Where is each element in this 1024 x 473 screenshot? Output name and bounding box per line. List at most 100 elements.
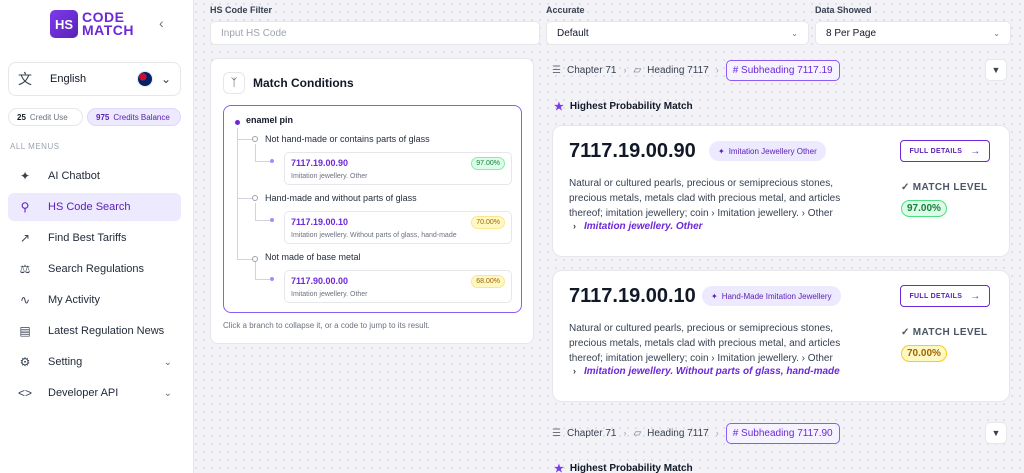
app-logo[interactable]: HS CODE MATCH <box>50 10 134 38</box>
activity-icon: ∿ <box>19 293 31 307</box>
accurate-value: Default <box>557 27 589 39</box>
match-level-label: ✓ MATCH LEVEL <box>901 327 988 338</box>
star-icon: ★ <box>554 101 564 113</box>
credit-use-badge: 25 Credit Use <box>8 108 83 126</box>
condition-tree: enamel pin Not hand-made or contains par… <box>223 105 522 313</box>
leaf-node-dot <box>270 159 274 163</box>
chevron-right-icon: › <box>715 428 719 438</box>
sidebar-item-hs-code-search[interactable]: ⚲ HS Code Search <box>8 193 181 221</box>
breadcrumb-heading[interactable]: Heading 7117 <box>647 65 709 76</box>
branch-label-2[interactable]: Hand-made and without parts of glass <box>265 193 417 203</box>
sidebar-item-latest-regulation-news[interactable]: ▤ Latest Regulation News <box>8 317 181 345</box>
breadcrumb: ☰ Chapter 71 › ▱ Heading 7117 › # Subhea… <box>552 421 840 445</box>
match-conditions-title: Match Conditions <box>253 76 354 90</box>
sidebar-item-developer-api[interactable]: <> Developer API ⌄ <box>8 379 181 407</box>
root-node-label[interactable]: enamel pin <box>246 115 293 125</box>
sidebar-item-find-best-tariffs[interactable]: ↗ Find Best Tariffs <box>8 224 181 252</box>
breadcrumb-subheading[interactable]: # Subheading 7117.90 <box>725 422 840 444</box>
translate-icon: 文 <box>18 71 32 87</box>
full-details-label: FULL DETAILS <box>909 147 963 155</box>
data-showed-select[interactable]: 8 Per Page ⌄ <box>815 21 1011 45</box>
branch-code-desc: Imitation jewellery. Other <box>291 291 368 298</box>
breadcrumb-heading[interactable]: Heading 7117 <box>647 428 709 439</box>
data-showed-value: 8 Per Page <box>826 27 877 39</box>
arrow-right-icon: → <box>970 145 981 157</box>
branch-percent-badge: 70.00% <box>471 216 505 229</box>
folder-icon: ▱ <box>633 427 642 439</box>
chevron-down-icon: ⌄ <box>791 28 798 38</box>
breadcrumb-chapter[interactable]: Chapter 71 <box>567 428 616 439</box>
result-tag: ✦ Imitation Jewellery Other <box>709 141 826 161</box>
chevron-down-icon: ⌄ <box>163 387 172 399</box>
sidebar-item-setting[interactable]: ⚙ Setting ⌄ <box>8 348 181 376</box>
chevron-left-icon[interactable]: ‹ <box>159 15 164 31</box>
result-description: Natural or cultured pearls, precious or … <box>569 178 841 219</box>
star-icon: ★ <box>554 463 564 473</box>
expand-button[interactable]: ▼ <box>985 59 1007 81</box>
branch-code-desc: Imitation jewellery. Other <box>291 173 368 180</box>
sidebar-item-my-activity[interactable]: ∿ My Activity <box>8 286 181 314</box>
credit-balance-badge[interactable]: 975 Credits Balance <box>87 108 181 126</box>
breadcrumb-subheading[interactable]: # Subheading 7117.19 <box>725 59 840 81</box>
sidebar-item-label: Latest Regulation News <box>48 325 165 337</box>
branch-code[interactable]: 7117.19.00.90 <box>291 158 348 168</box>
branch-code-card-3[interactable]: 7117.90.00.00 Imitation jewellery. Other… <box>284 270 512 303</box>
chevron-down-icon: ⌄ <box>993 28 1000 38</box>
match-conditions-card: ᛉ Match Conditions enamel pin Not hand-m… <box>210 58 534 344</box>
branch-label-1[interactable]: Not hand-made or contains parts of glass <box>265 134 430 144</box>
match-conditions-hint: Click a branch to collapse it, or a code… <box>223 321 430 330</box>
result-code: 7117.19.00.10 <box>569 285 696 307</box>
result-description: Natural or cultured pearls, precious or … <box>569 323 841 364</box>
arrow-right-icon: → <box>970 290 981 302</box>
full-details-button[interactable]: FULL DETAILS → <box>900 285 990 307</box>
gear-icon: ⚙ <box>19 355 31 369</box>
language-label: English <box>50 73 87 85</box>
branch-code[interactable]: 7117.19.00.10 <box>291 217 348 227</box>
result-path[interactable]: › Imitation jewellery. Other <box>573 221 703 232</box>
result-tag-label: Imitation Jewellery Other <box>728 146 817 156</box>
chevron-down-icon: ▼ <box>991 65 1001 75</box>
sidebar-item-search-regulations[interactable]: ⚖ Search Regulations <box>8 255 181 283</box>
branch-code-card-1[interactable]: 7117.19.00.90 Imitation jewellery. Other… <box>284 152 512 185</box>
hs-code-filter-label: HS Code Filter <box>210 5 273 15</box>
credit-use-label: Credit Use <box>29 112 68 122</box>
match-level-text: MATCH LEVEL <box>912 182 988 193</box>
section-title: Highest Probability Match <box>569 101 693 112</box>
chevron-right-icon: › <box>715 65 719 75</box>
accurate-label: Accurate <box>546 5 585 15</box>
hs-code-input[interactable]: Input HS Code <box>210 21 540 45</box>
section-heading: ★ Highest Probability Match <box>554 462 693 473</box>
branch-code-desc: Imitation jewellery. Without parts of gl… <box>291 232 457 239</box>
branch-code[interactable]: 7117.90.00.00 <box>291 276 348 286</box>
logo-mark: HS <box>50 10 78 38</box>
language-selector[interactable]: 文 English ⌄ <box>8 62 181 96</box>
expand-button[interactable]: ▼ <box>985 422 1007 444</box>
branch-label-3[interactable]: Not made of base metal <box>265 252 361 262</box>
uk-flag-icon <box>136 71 153 87</box>
accurate-select[interactable]: Default ⌄ <box>546 21 809 45</box>
match-level-label: ✓ MATCH LEVEL <box>901 182 988 193</box>
section-title: Highest Probability Match <box>569 463 693 473</box>
branch-percent-badge: 68.00% <box>471 275 505 288</box>
credit-balance-count: 975 <box>96 112 110 122</box>
check-circle-icon: ✓ <box>901 182 910 193</box>
full-details-button[interactable]: FULL DETAILS → <box>900 140 990 162</box>
result-card: 7117.19.00.90 ✦ Imitation Jewellery Othe… <box>552 125 1010 257</box>
section-heading: ★ Highest Probability Match <box>554 100 693 113</box>
layers-icon: ☰ <box>552 427 561 439</box>
leaf-node-dot <box>270 277 274 281</box>
result-card: 7117.19.00.10 ✦ Hand-Made Imitation Jewe… <box>552 270 1010 402</box>
credit-balance-label: Credits Balance <box>113 112 170 122</box>
sidebar-item-ai-chatbot[interactable]: ✦ AI Chatbot <box>8 162 181 190</box>
chevron-right-icon: › <box>623 428 627 438</box>
sidebar-item-label: Find Best Tariffs <box>48 232 127 244</box>
result-path-label: Imitation jewellery. Without parts of gl… <box>584 366 840 377</box>
newspaper-icon: ▤ <box>19 324 31 338</box>
chevron-down-icon: ⌄ <box>163 356 172 368</box>
branch-code-card-2[interactable]: 7117.19.00.10 Imitation jewellery. Witho… <box>284 211 512 244</box>
result-tag-label: Hand-Made Imitation Jewellery <box>721 291 832 301</box>
match-level-percent: 97.00% <box>901 200 947 217</box>
sidebar-item-label: Search Regulations <box>48 263 145 275</box>
breadcrumb-chapter[interactable]: Chapter 71 <box>567 65 616 76</box>
result-path[interactable]: › Imitation jewellery. Without parts of g… <box>573 366 840 377</box>
